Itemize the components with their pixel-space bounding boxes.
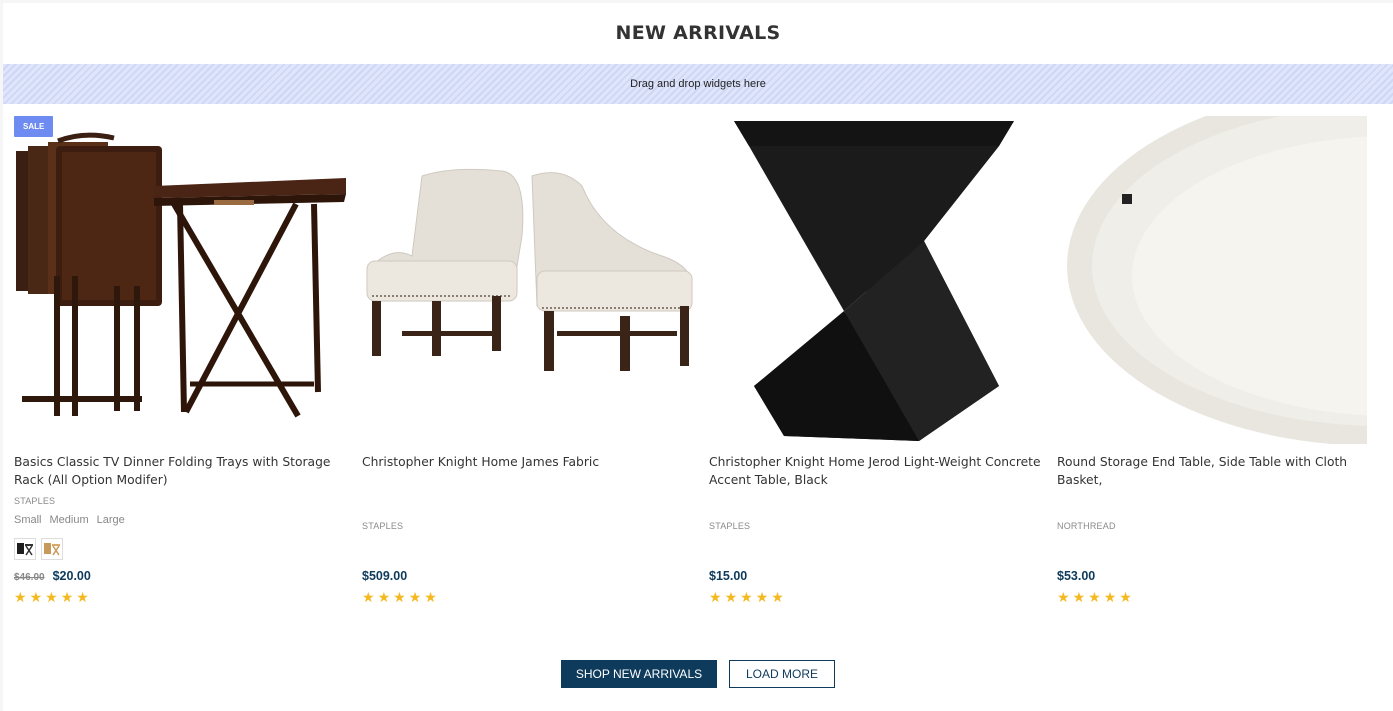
star-icon: ★ xyxy=(424,589,437,605)
product-card[interactable]: Christopher Knight Home James Fabric STA… xyxy=(362,116,702,616)
product-card[interactable]: SALE Basics Classic TV Dinner Folding Tr… xyxy=(14,116,354,616)
price: $15.00 xyxy=(709,569,748,583)
rating-stars: ★ ★ ★ ★ ★ xyxy=(1057,590,1132,604)
fabric-chairs-image xyxy=(366,168,693,371)
product-image[interactable]: SALE xyxy=(14,116,354,444)
price: $53.00 xyxy=(1057,569,1096,583)
product-image[interactable] xyxy=(362,116,702,444)
size-option-small[interactable]: Small xyxy=(14,514,42,526)
load-more-button[interactable]: LOAD MORE xyxy=(729,660,835,688)
round-white-table-image xyxy=(1057,116,1367,444)
star-icon: ★ xyxy=(45,589,58,605)
price-block: $46.00 $20.00 xyxy=(14,569,91,583)
star-icon: ★ xyxy=(29,589,43,605)
product-brand: STAPLES xyxy=(362,521,404,531)
star-icon: ★ xyxy=(709,589,722,605)
star-icon: ★ xyxy=(393,589,406,605)
product-name[interactable]: Christopher Knight Home Jerod Light-Weig… xyxy=(709,453,1049,489)
product-name[interactable]: Round Storage End Table, Side Table with… xyxy=(1057,453,1389,489)
star-icon: ★ xyxy=(1072,589,1086,605)
star-icon: ★ xyxy=(377,589,391,605)
price: $509.00 xyxy=(362,569,408,583)
size-option-medium[interactable]: Medium xyxy=(50,514,89,526)
product-brand: STAPLES xyxy=(709,521,751,531)
swatch-dark[interactable] xyxy=(14,538,36,560)
natural-tray-swatch-icon xyxy=(44,543,60,556)
swatch-natural[interactable] xyxy=(41,538,63,560)
old-price: $46.00 xyxy=(14,572,45,583)
price-block: $509.00 xyxy=(362,569,407,583)
product-card[interactable]: Christopher Knight Home Jerod Light-Weig… xyxy=(709,116,1049,616)
dropzone-label: Drag and drop widgets here xyxy=(630,78,766,90)
rating-stars: ★ ★ ★ ★ ★ xyxy=(709,590,784,604)
product-name[interactable]: Christopher Knight Home James Fabric xyxy=(362,453,702,471)
section-title: NEW ARRIVALS xyxy=(615,22,781,44)
star-icon: ★ xyxy=(1057,589,1070,605)
sale-badge: SALE xyxy=(14,116,54,137)
product-card[interactable]: Round Storage End Table, Side Table with… xyxy=(1057,116,1389,616)
star-icon: ★ xyxy=(60,589,74,605)
star-icon: ★ xyxy=(724,589,738,605)
product-image[interactable] xyxy=(709,116,1049,444)
star-icon: ★ xyxy=(1119,589,1132,605)
star-icon: ★ xyxy=(14,589,27,605)
price-block: $53.00 xyxy=(1057,569,1095,583)
size-option-large[interactable]: Large xyxy=(97,514,125,526)
size-options: Small Medium Large xyxy=(14,514,125,526)
black-accent-table-image xyxy=(734,121,1014,441)
folding-tray-table-image xyxy=(16,132,346,418)
star-icon: ★ xyxy=(76,589,89,605)
star-icon: ★ xyxy=(771,589,784,605)
star-icon: ★ xyxy=(408,589,422,605)
star-icon: ★ xyxy=(1103,589,1117,605)
rating-stars: ★ ★ ★ ★ ★ xyxy=(14,590,89,604)
star-icon: ★ xyxy=(740,589,753,605)
price-block: $15.00 xyxy=(709,569,747,583)
new-arrivals-section: NEW ARRIVALS Drag and drop widgets here xyxy=(3,3,1393,711)
dark-tray-swatch-icon xyxy=(17,543,33,556)
star-icon: ★ xyxy=(362,589,375,605)
product-brand: STAPLES xyxy=(14,496,56,506)
color-swatches xyxy=(14,538,63,560)
product-name[interactable]: Basics Classic TV Dinner Folding Trays w… xyxy=(14,453,354,489)
widget-dropzone[interactable]: Drag and drop widgets here xyxy=(3,64,1393,104)
rating-stars: ★ ★ ★ ★ ★ xyxy=(362,590,437,604)
sale-price: $20.00 xyxy=(52,569,91,583)
star-icon: ★ xyxy=(755,589,769,605)
product-brand: NORTHREAD xyxy=(1057,521,1116,531)
shop-new-arrivals-button[interactable]: SHOP NEW ARRIVALS xyxy=(561,660,717,688)
product-image[interactable] xyxy=(1057,116,1367,444)
star-icon: ★ xyxy=(1088,589,1101,605)
